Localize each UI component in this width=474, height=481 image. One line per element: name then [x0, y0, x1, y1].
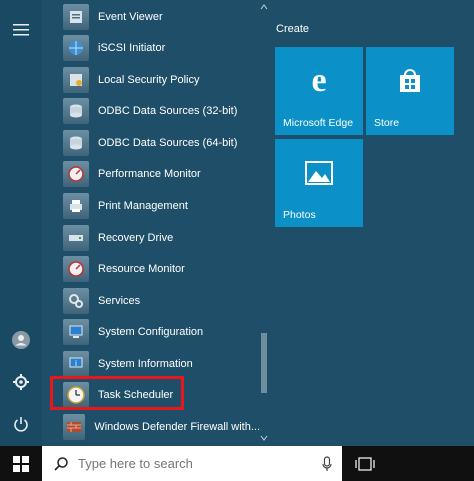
system-info-icon: i: [63, 350, 89, 377]
store-bag-icon: [400, 69, 420, 92]
app-label: ODBC Data Sources (32-bit): [98, 104, 238, 117]
app-label: Resource Monitor: [98, 262, 185, 275]
svg-text:i: i: [75, 359, 77, 368]
taskbar: [0, 446, 474, 481]
monitor-gauge-icon: [63, 160, 89, 187]
power-icon[interactable]: [0, 408, 42, 440]
tile-group-title: Create: [276, 23, 310, 35]
search-icon: [54, 456, 68, 471]
tile-label: Store: [374, 117, 400, 129]
photos-icon: [305, 161, 333, 185]
app-label: iSCSI Initiator: [98, 41, 166, 54]
scroll-up-arrow-icon[interactable]: [260, 4, 268, 10]
gears-icon: [63, 287, 89, 314]
app-label: System Information: [98, 357, 193, 370]
tile-microsoft-edge[interactable]: e Microsoft Edge: [275, 47, 363, 135]
printer-icon: [63, 192, 89, 219]
search-input[interactable]: [76, 455, 300, 472]
start-button[interactable]: [0, 446, 42, 481]
app-label: Windows Defender Firewall with...: [94, 420, 260, 433]
settings-gear-icon[interactable]: [0, 366, 42, 398]
app-label: Print Management: [98, 199, 188, 212]
tile-label: Microsoft Edge: [283, 117, 354, 129]
task-view-button[interactable]: [342, 446, 388, 481]
globe-icon: [63, 34, 89, 61]
edge-icon: e: [311, 62, 327, 99]
app-item-windows-defender-firewall[interactable]: Windows Defender Firewall with...: [42, 411, 260, 442]
app-item-performance-monitor[interactable]: Performance Monitor: [42, 158, 260, 189]
app-label: ODBC Data Sources (64-bit): [98, 136, 238, 149]
app-label: Recovery Drive: [98, 231, 174, 244]
app-label: System Configuration: [98, 325, 204, 338]
tiles-area: Create e Microsoft Edge Store Photos: [268, 0, 474, 446]
windows-logo-icon: [13, 455, 29, 472]
system-config-icon: [63, 318, 89, 345]
app-item-system-configuration[interactable]: System Configuration: [42, 316, 260, 347]
app-item-recovery-drive[interactable]: Recovery Drive: [42, 222, 260, 253]
app-item-services[interactable]: Services: [42, 285, 260, 316]
app-label: Services: [98, 294, 141, 307]
user-account-icon[interactable]: [0, 324, 42, 356]
tile-store[interactable]: Store: [366, 47, 454, 135]
task-view-icon: [355, 456, 375, 471]
scroll-down-arrow-icon[interactable]: [260, 435, 268, 441]
start-left-rail: [0, 0, 42, 446]
app-item-odbc-64[interactable]: ODBC Data Sources (64-bit): [42, 127, 260, 158]
app-item-odbc-32[interactable]: ODBC Data Sources (32-bit): [42, 95, 260, 126]
app-item-print-management[interactable]: Print Management: [42, 190, 260, 221]
drive-icon: [63, 224, 89, 251]
app-label: Local Security Policy: [98, 73, 200, 86]
firewall-icon: [63, 413, 86, 440]
search-box[interactable]: [42, 446, 342, 481]
app-item-iscsi-initiator[interactable]: iSCSI Initiator: [42, 32, 260, 63]
tile-label: Photos: [283, 209, 316, 221]
microphone-icon[interactable]: [322, 455, 332, 472]
tile-photos[interactable]: Photos: [275, 139, 363, 227]
app-item-local-security-policy[interactable]: Local Security Policy: [42, 64, 260, 95]
database-icon: [63, 129, 89, 156]
event-viewer-icon: [63, 3, 89, 30]
app-item-event-viewer[interactable]: Event Viewer: [42, 1, 260, 32]
database-icon: [63, 97, 89, 124]
app-label: Event Viewer: [98, 10, 163, 23]
security-policy-icon: [63, 66, 89, 93]
monitor-gauge-icon: [63, 255, 89, 282]
app-list-scrollbar[interactable]: [260, 0, 268, 446]
app-item-resource-monitor[interactable]: Resource Monitor: [42, 253, 260, 284]
task-scheduler-highlight: [50, 376, 184, 410]
app-item-system-information[interactable]: i System Information: [42, 348, 260, 379]
app-label: Performance Monitor: [98, 167, 201, 180]
hamburger-menu-icon[interactable]: [0, 14, 42, 46]
scrollbar-thumb[interactable]: [261, 333, 267, 393]
